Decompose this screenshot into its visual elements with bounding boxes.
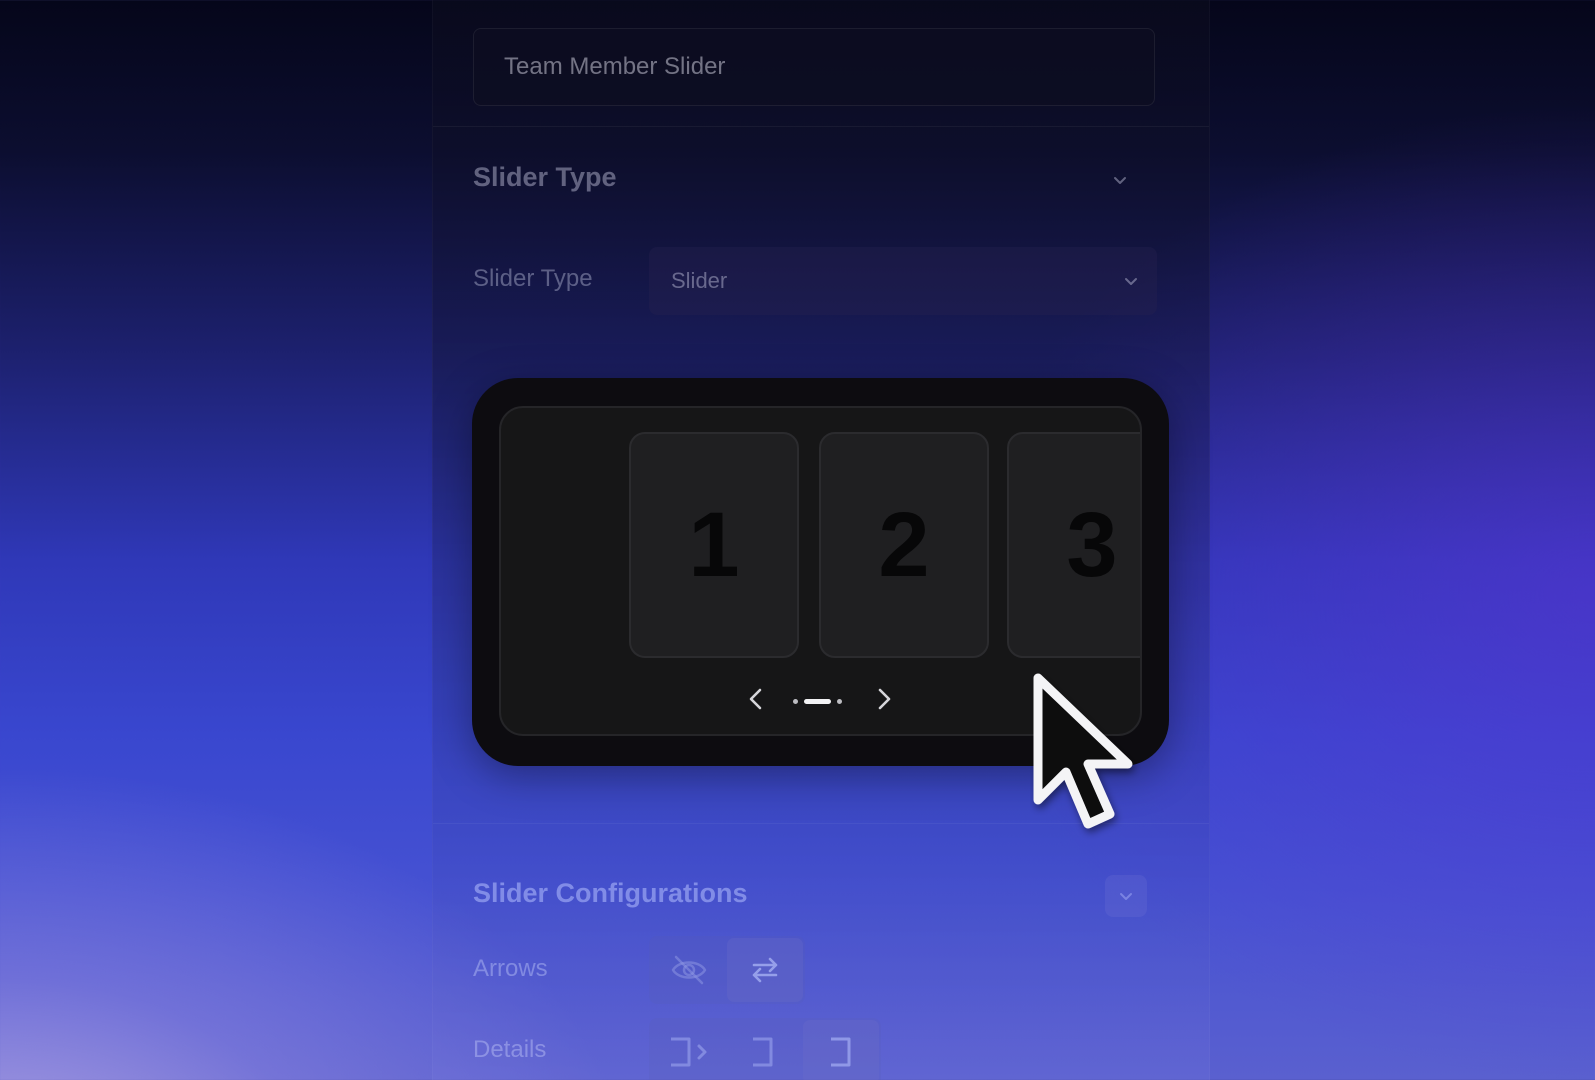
slide-card: 2	[819, 432, 989, 658]
divider	[433, 126, 1209, 127]
slider-type-select[interactable]: Slider	[649, 247, 1157, 315]
chevron-down-icon[interactable]	[1112, 172, 1128, 188]
slider-type-value: Slider	[671, 268, 728, 293]
details-edge-icon	[753, 1037, 773, 1067]
details-label: Details	[473, 1036, 547, 1063]
arrows-swap-icon	[752, 957, 778, 983]
slide-card: 3	[1007, 432, 1140, 658]
section-title-slider-configurations: Slider Configurations	[473, 878, 748, 908]
section-title-slider-type: Slider Type	[473, 162, 617, 192]
details-option-edge[interactable]	[727, 1020, 803, 1080]
slide-number: 3	[1066, 493, 1118, 596]
slide-number: 1	[688, 493, 740, 596]
eye-off-icon	[671, 955, 707, 985]
details-option-outside[interactable]	[651, 1020, 727, 1080]
details-outside-icon	[671, 1037, 707, 1067]
chevron-right-icon[interactable]	[870, 686, 896, 712]
chevron-left-icon[interactable]	[744, 686, 770, 712]
arrows-label: Arrows	[473, 955, 548, 982]
chevron-down-icon	[1120, 893, 1132, 900]
slider-name-input[interactable]	[473, 28, 1155, 106]
arrows-toggle-group	[649, 936, 805, 1004]
slider-type-label: Slider Type	[473, 265, 593, 292]
arrows-show-option[interactable]	[727, 938, 803, 1002]
details-inside-icon	[831, 1037, 851, 1067]
pagination-dot[interactable]	[837, 698, 842, 704]
details-toggle-group	[649, 1018, 881, 1080]
slide-number: 2	[878, 493, 930, 596]
details-option-inside[interactable]	[803, 1020, 879, 1080]
chevron-down-icon	[1125, 278, 1137, 285]
slider-pagination	[793, 698, 842, 704]
pagination-dot-active[interactable]	[804, 698, 831, 704]
config-collapse-button[interactable]	[1105, 875, 1147, 917]
pagination-dot[interactable]	[793, 698, 798, 704]
arrows-hide-option[interactable]	[651, 938, 727, 1002]
mouse-pointer-icon	[1033, 673, 1133, 829]
slide-card: 1	[629, 432, 799, 658]
